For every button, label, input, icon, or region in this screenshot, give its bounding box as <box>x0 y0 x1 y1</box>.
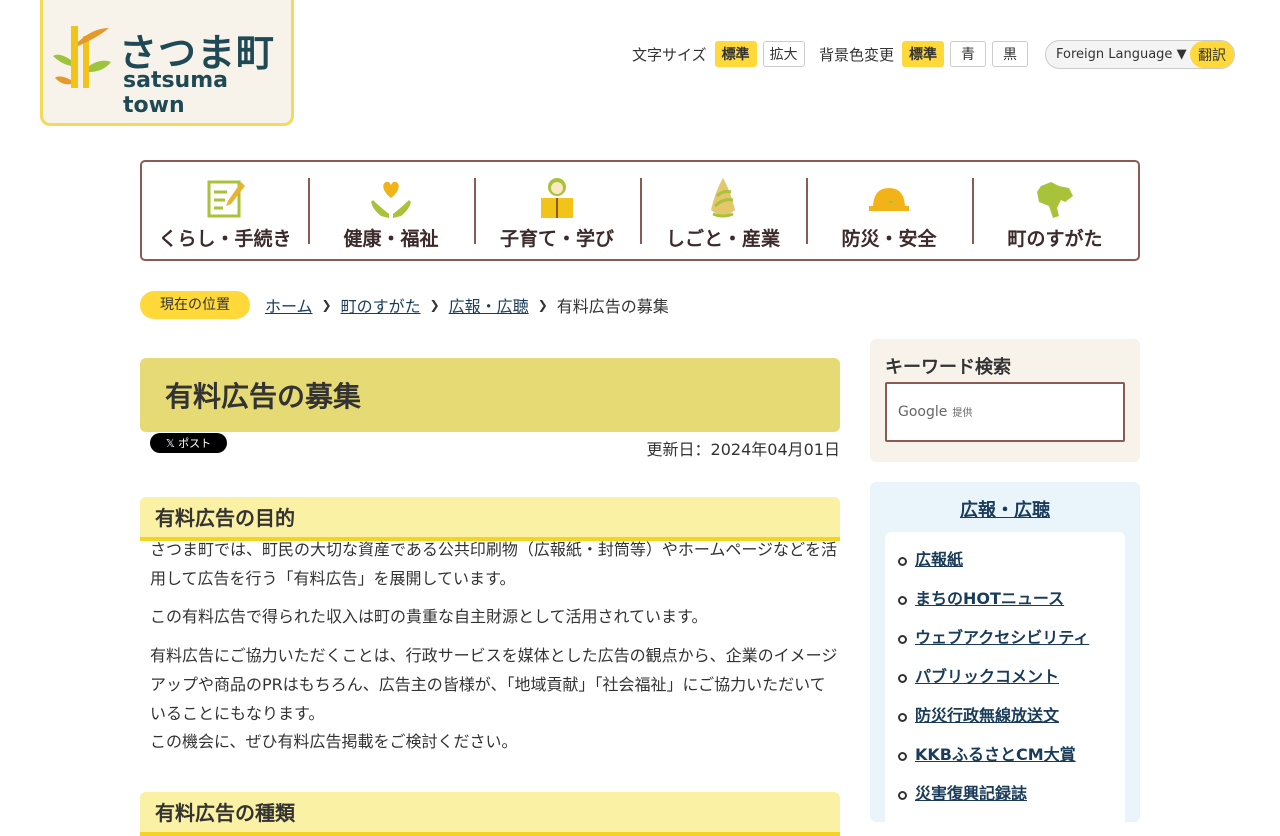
updated-date: 更新日：2024年04月01日 <box>646 440 840 459</box>
list-item: KKBふるさとCM大賞 <box>885 741 1125 780</box>
chevron-right-icon: ❯ <box>537 298 548 312</box>
paragraph: この機会に、ぜひ有料広告掲載をご検討ください。 <box>150 732 518 751</box>
nav-item-health[interactable]: 健康・福祉 <box>308 162 474 259</box>
breadcrumb-town-link[interactable]: 町のすがた <box>341 293 421 317</box>
nav-item-childcare[interactable]: 子育て・学び <box>474 162 640 259</box>
helmet-icon <box>869 188 909 211</box>
sidebar-link[interactable]: ウェブアクセシビリティ <box>915 628 1089 647</box>
language-selector: Foreign Language ▼ 翻訳 <box>1045 40 1235 69</box>
form-icon <box>207 180 245 218</box>
search-input[interactable]: Google 提供 <box>885 382 1125 442</box>
town-map-icon <box>1037 182 1073 218</box>
paragraph: さつま町では、町民の大切な資産である公共印刷物（広報紙・封筒等）やホームページな… <box>150 540 838 588</box>
heart-hands-icon <box>371 181 411 218</box>
section-heading-purpose: 有料広告の目的 <box>140 496 840 541</box>
nav-item-label: 防災・安全 <box>841 228 937 250</box>
breadcrumb-current: 有料広告の募集 <box>556 297 669 316</box>
list-item: ウェブアクセシビリティ <box>885 624 1125 663</box>
nav-item-label: 健康・福祉 <box>343 228 439 250</box>
chevron-down-icon: ▼ <box>1176 47 1187 62</box>
nav-item-label: 子育て・学び <box>499 228 614 250</box>
bg-black-button[interactable]: 黒 <box>992 41 1029 67</box>
language-select-label: Foreign Language <box>1056 47 1173 62</box>
paragraph: 有料広告にご協力いただくことは、行政サービスを媒体とした広告の観点から、企業のイ… <box>150 646 838 723</box>
google-provided-label: Google 提供 <box>898 404 972 420</box>
bamboo-shoot-icon <box>711 178 735 218</box>
list-item: 広報紙 <box>885 546 1125 585</box>
section-heading-types: 有料広告の種類 <box>140 791 840 836</box>
child-book-icon <box>541 178 573 218</box>
google-brand: Google <box>898 404 948 420</box>
font-large-button[interactable]: 拡大 <box>762 41 805 67</box>
nav-item-label: しごと・産業 <box>665 228 780 250</box>
breadcrumb-pr-link[interactable]: 広報・広聴 <box>449 293 529 317</box>
bg-color-label: 背景色変更 <box>819 45 895 64</box>
nav-item-living[interactable]: くらし・手続き <box>142 162 308 259</box>
nav-item-safety[interactable]: 防災・安全 <box>806 162 972 259</box>
x-post-button[interactable]: 𝕏 ポスト <box>150 433 227 453</box>
sidebar-menu: 広報・広聴 広報紙 まちのHOTニュース ウェブアクセシビリティ パブリックコメ… <box>870 482 1140 832</box>
sidebar-link[interactable]: KKBふるさとCM大賞 <box>915 745 1076 764</box>
translate-button[interactable]: 翻訳 <box>1190 41 1234 68</box>
provided-label: 提供 <box>952 408 973 419</box>
list-item: パブリックコメント <box>885 663 1125 702</box>
sidebar-link[interactable]: まちのHOTニュース <box>915 589 1064 608</box>
sidebar-link[interactable]: 災害復興記録誌 <box>915 784 1027 803</box>
chevron-right-icon: ❯ <box>429 298 440 312</box>
sidebar-menu-title[interactable]: 広報・広聴 <box>960 500 1050 521</box>
breadcrumb-here-badge: 現在の位置 <box>140 291 250 319</box>
keyword-search-panel: キーワード検索 Google 提供 <box>870 339 1140 462</box>
font-size-label: 文字サイズ <box>632 45 707 64</box>
site-logo[interactable]: さつま町 satsuma town <box>40 0 294 126</box>
sidebar-menu-list: 広報紙 まちのHOTニュース ウェブアクセシビリティ パブリックコメント 防災行… <box>885 532 1125 832</box>
bamboo-logo-icon <box>53 26 111 88</box>
sidebar-link[interactable]: パブリックコメント <box>915 667 1059 686</box>
bg-blue-button[interactable]: 青 <box>950 41 987 67</box>
language-select[interactable]: Foreign Language ▼ <box>1046 47 1190 62</box>
global-nav: くらし・手続き 健康・福祉 子育て・学び しごと・産業 防災・安全 町のすがた <box>140 160 1140 261</box>
page-title: 有料広告の募集 <box>140 357 840 432</box>
nav-item-work[interactable]: しごと・産業 <box>640 162 806 259</box>
bg-color-control: 背景色変更 標準 青 黒 <box>819 40 1034 68</box>
search-title: キーワード検索 <box>885 357 1011 378</box>
nav-item-label: 町のすがた <box>1007 228 1103 250</box>
sidebar-link[interactable]: 防災行政無線放送文 <box>915 706 1059 725</box>
sidebar-link[interactable]: 広報紙 <box>915 550 963 569</box>
font-standard-button[interactable]: 標準 <box>714 41 757 67</box>
list-item: 防災行政無線放送文 <box>885 702 1125 741</box>
paragraph: この有料広告で得られた収入は町の貴重な自主財源として活用されています。 <box>150 607 708 626</box>
nav-item-label: くらし・手続き <box>158 228 292 250</box>
font-size-control: 文字サイズ 標準 拡大 <box>632 40 811 68</box>
nav-item-town[interactable]: 町のすがた <box>972 162 1138 259</box>
chevron-right-icon: ❯ <box>321 298 332 312</box>
list-item: まちのHOTニュース <box>885 585 1125 624</box>
breadcrumb: 現在の位置 ホーム ❯ 町のすがた ❯ 広報・広聴 ❯ 有料広告の募集 <box>140 291 669 319</box>
bg-standard-button[interactable]: 標準 <box>902 41 945 67</box>
logo-text-en: satsuma town <box>123 68 228 118</box>
breadcrumb-home-link[interactable]: ホーム <box>265 293 313 317</box>
